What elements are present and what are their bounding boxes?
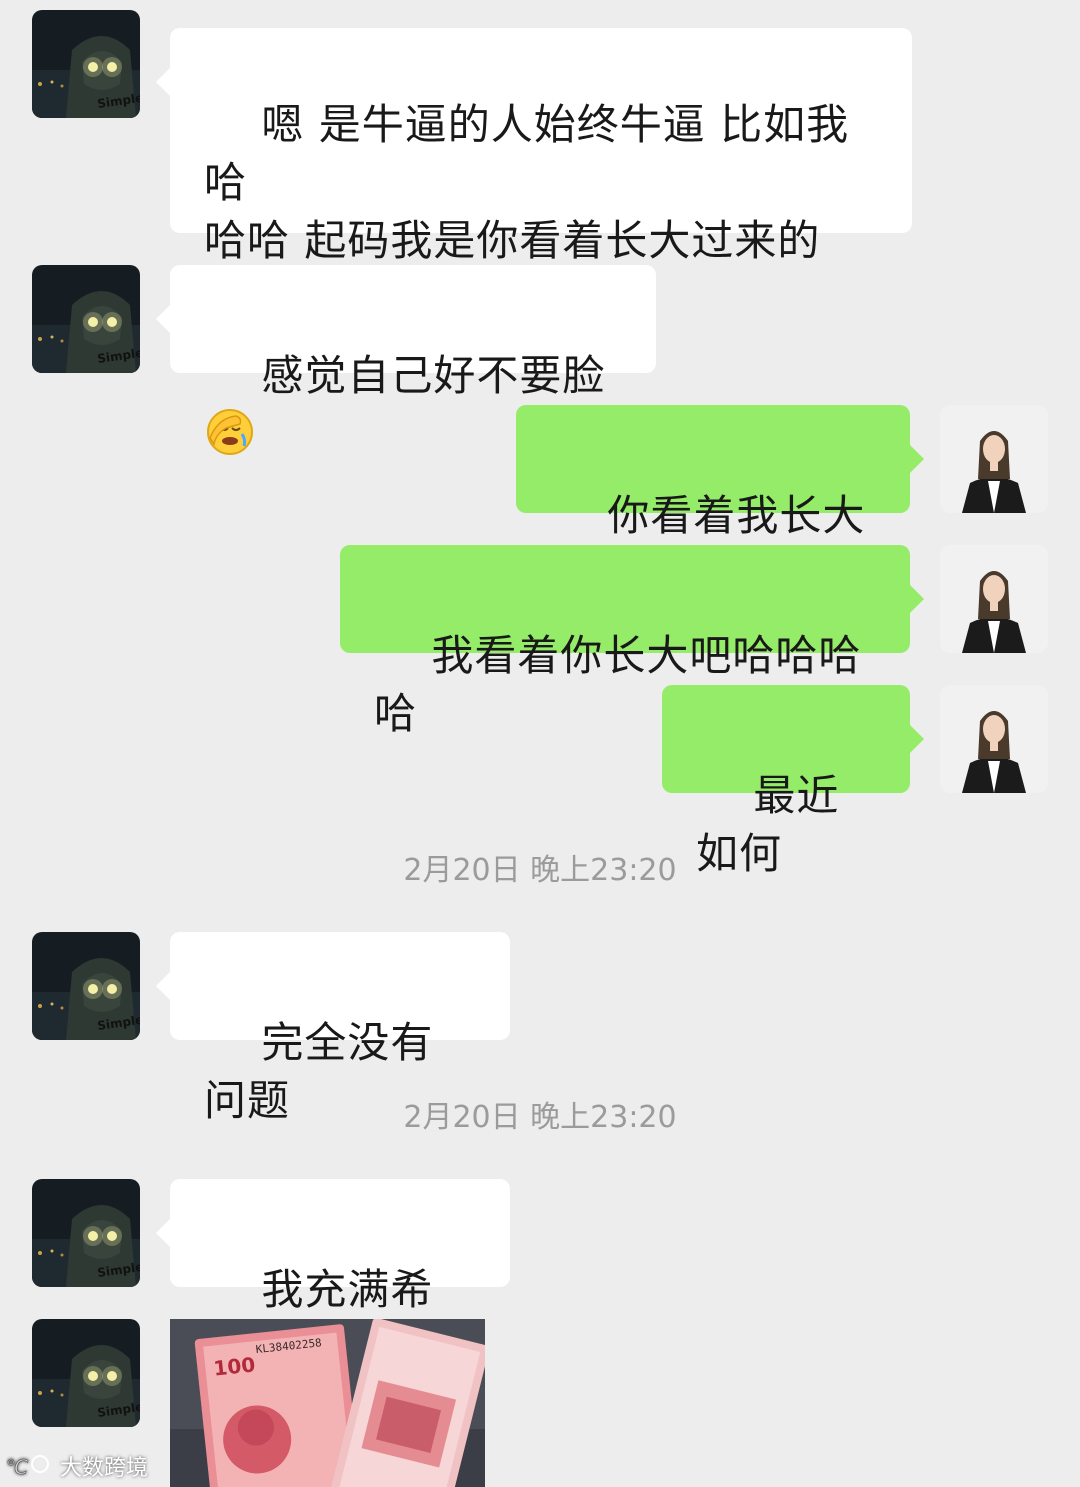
contact-avatar[interactable] [32, 1179, 140, 1287]
message-text: 感觉自己好不要脸 [261, 351, 606, 400]
watermark: ℃ 大数跨境 [6, 1448, 148, 1484]
message-text: 嗯 是牛逼的人始终牛逼 比如我 哈 哈哈 起码我是你看着长大过来的 [204, 100, 850, 265]
message-text: 你看着我长大 [607, 491, 866, 540]
watermark-text: 大数跨境 [60, 1456, 149, 1481]
contact-avatar[interactable] [32, 932, 140, 1040]
svg-text:℃: ℃ [6, 1455, 29, 1479]
face-palm-crying-icon [206, 408, 254, 456]
incoming-message-bubble[interactable]: 完全没有问题 [156, 932, 510, 1125]
banknote-photo-message[interactable]: 100 KL38402258 [170, 1319, 485, 1487]
banknote-value-text: 100 [212, 1352, 256, 1380]
contact-avatar[interactable] [32, 265, 140, 373]
incoming-message-bubble[interactable]: 我充满希望的 [156, 1179, 510, 1372]
incoming-message-bubble[interactable]: 嗯 是牛逼的人始终牛逼 比如我 哈 哈哈 起码我是你看着长大过来的 [156, 28, 912, 233]
contact-avatar-image [32, 932, 140, 1040]
contact-avatar-image [32, 1319, 140, 1427]
outgoing-message-bubble[interactable]: 我看着你长大吧哈哈哈哈 [340, 545, 924, 738]
contact-avatar-image [32, 10, 140, 118]
my-avatar-image [940, 545, 1048, 653]
watermark-logo-icon: ℃ [6, 1455, 49, 1479]
my-avatar-image [940, 685, 1048, 793]
contact-avatar-image [32, 265, 140, 373]
outgoing-message-bubble[interactable]: 你看着我长大 [516, 405, 924, 513]
contact-avatar[interactable] [32, 1319, 140, 1427]
chat-area[interactable]: 嗯 是牛逼的人始终牛逼 比如我 哈 哈哈 起码我是你看着长大过来的 感觉自己好不… [0, 0, 1080, 1487]
banknote-photo: 100 KL38402258 [170, 1319, 485, 1487]
my-avatar[interactable] [940, 405, 1048, 513]
outgoing-message-bubble[interactable]: 最近如何 [662, 685, 924, 878]
message-timestamp: 2月20日 晚上23:20 [403, 853, 677, 888]
my-avatar-image [940, 405, 1048, 513]
my-avatar[interactable] [940, 545, 1048, 653]
contact-avatar[interactable] [32, 10, 140, 118]
contact-avatar-image [32, 1179, 140, 1287]
my-avatar[interactable] [940, 685, 1048, 793]
message-timestamp: 2月20日 晚上23:20 [403, 1100, 677, 1135]
incoming-message-bubble[interactable]: 感觉自己好不要脸 [156, 265, 656, 373]
